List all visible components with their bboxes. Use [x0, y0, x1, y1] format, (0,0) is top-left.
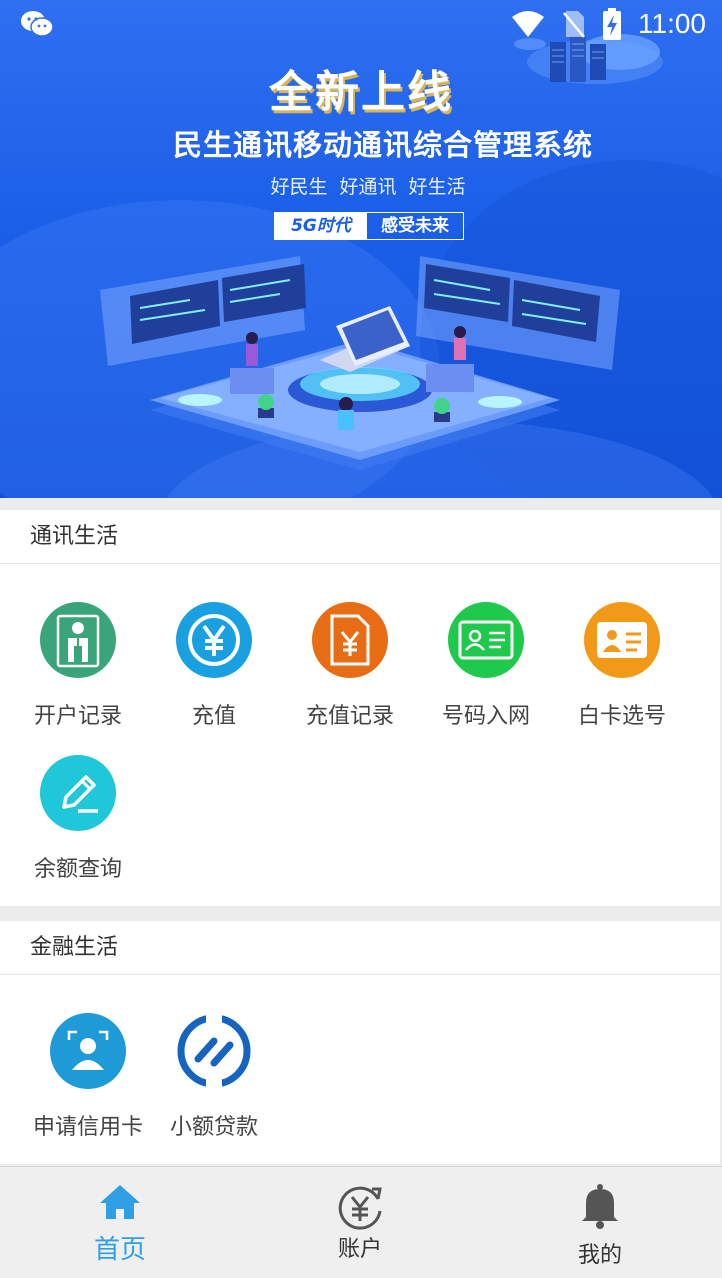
grid-item-label: 余额查询 [33, 857, 122, 882]
yen-document-icon [312, 602, 388, 678]
bottom-navigation: 首页 账户 我的 [0, 1166, 722, 1278]
no-sim-icon [563, 11, 585, 38]
user-profile-icon [50, 1013, 126, 1089]
nav-label-mine: 我的 [577, 1243, 622, 1268]
telecom-section: 通讯生活 开户记录 充值 充值记录 号码入网 白卡选号 余额查询 [0, 510, 720, 906]
grid-item-label: 充值 [191, 704, 236, 729]
grid-item-recharge-record[interactable]: 充值记录 [282, 602, 418, 730]
grid-item-credit-card[interactable]: 申请信用卡 [20, 1013, 156, 1141]
grid-item-label: 小额贷款 [169, 1115, 258, 1140]
grid-item-micro-loan[interactable]: 小额贷款 [146, 1013, 282, 1141]
finance-section: 金融生活 申请信用卡 小额贷款 [0, 921, 720, 1164]
nav-tab-home[interactable]: 首页 [40, 1181, 200, 1266]
grid-item-label: 申请信用卡 [32, 1115, 143, 1140]
grid-item-white-card-select[interactable]: 白卡选号 [554, 602, 690, 730]
account-record-icon [40, 602, 116, 678]
id-card-icon [448, 602, 524, 678]
status-bar: 11:00 [0, 0, 722, 48]
nav-tab-account[interactable]: 账户 [280, 1181, 440, 1263]
grid-item-account-record[interactable]: 开户记录 [10, 602, 146, 730]
grid-item-label: 号码入网 [441, 704, 530, 729]
yen-refresh-icon [338, 1186, 382, 1230]
badge-card-icon [584, 602, 660, 678]
section-header-telecom: 通讯生活 [0, 510, 720, 564]
grid-item-label: 开户记录 [33, 704, 122, 729]
tag-future: 感受未来 [381, 216, 449, 236]
promo-banner[interactable]: 全新上线 民生通讯移动通讯综合管理系统 好民生 好通讯 好生活 5G时代 感受未… [0, 0, 722, 498]
grid-item-balance-query[interactable]: 余额查询 [10, 755, 146, 883]
banner-title: 全新上线 [269, 67, 453, 118]
status-time: 11:00 [638, 8, 706, 39]
home-icon [100, 1185, 140, 1219]
nav-label-home: 首页 [93, 1235, 146, 1265]
status-icons: 11:00 [510, 6, 706, 42]
grid-item-number-network[interactable]: 号码入网 [418, 602, 554, 730]
nav-tab-mine[interactable]: 我的 [520, 1181, 680, 1269]
banner-tag: 5G时代 感受未来 [274, 212, 464, 240]
tag-5g: 5G时代 [275, 213, 367, 239]
yen-icon [176, 602, 252, 678]
pen-edit-icon [40, 755, 116, 831]
loan-logo-icon [176, 1013, 252, 1089]
grid-item-label: 充值记录 [305, 704, 394, 729]
wifi-icon [512, 11, 544, 37]
grid-item-recharge[interactable]: 充值 [146, 602, 282, 730]
isometric-tech-scene-illustration [100, 256, 620, 470]
battery-charging-icon [603, 8, 621, 40]
section-header-finance: 金融生活 [0, 921, 720, 975]
nav-label-account: 账户 [337, 1237, 382, 1262]
banner-subtitle: 民生通讯移动通讯综合管理系统 [172, 128, 593, 162]
wechat-icon [21, 11, 54, 37]
bell-icon [582, 1184, 618, 1229]
grid-item-label: 白卡选号 [577, 704, 666, 729]
banner-slogan: 好民生 好通讯 好生活 [270, 176, 466, 198]
